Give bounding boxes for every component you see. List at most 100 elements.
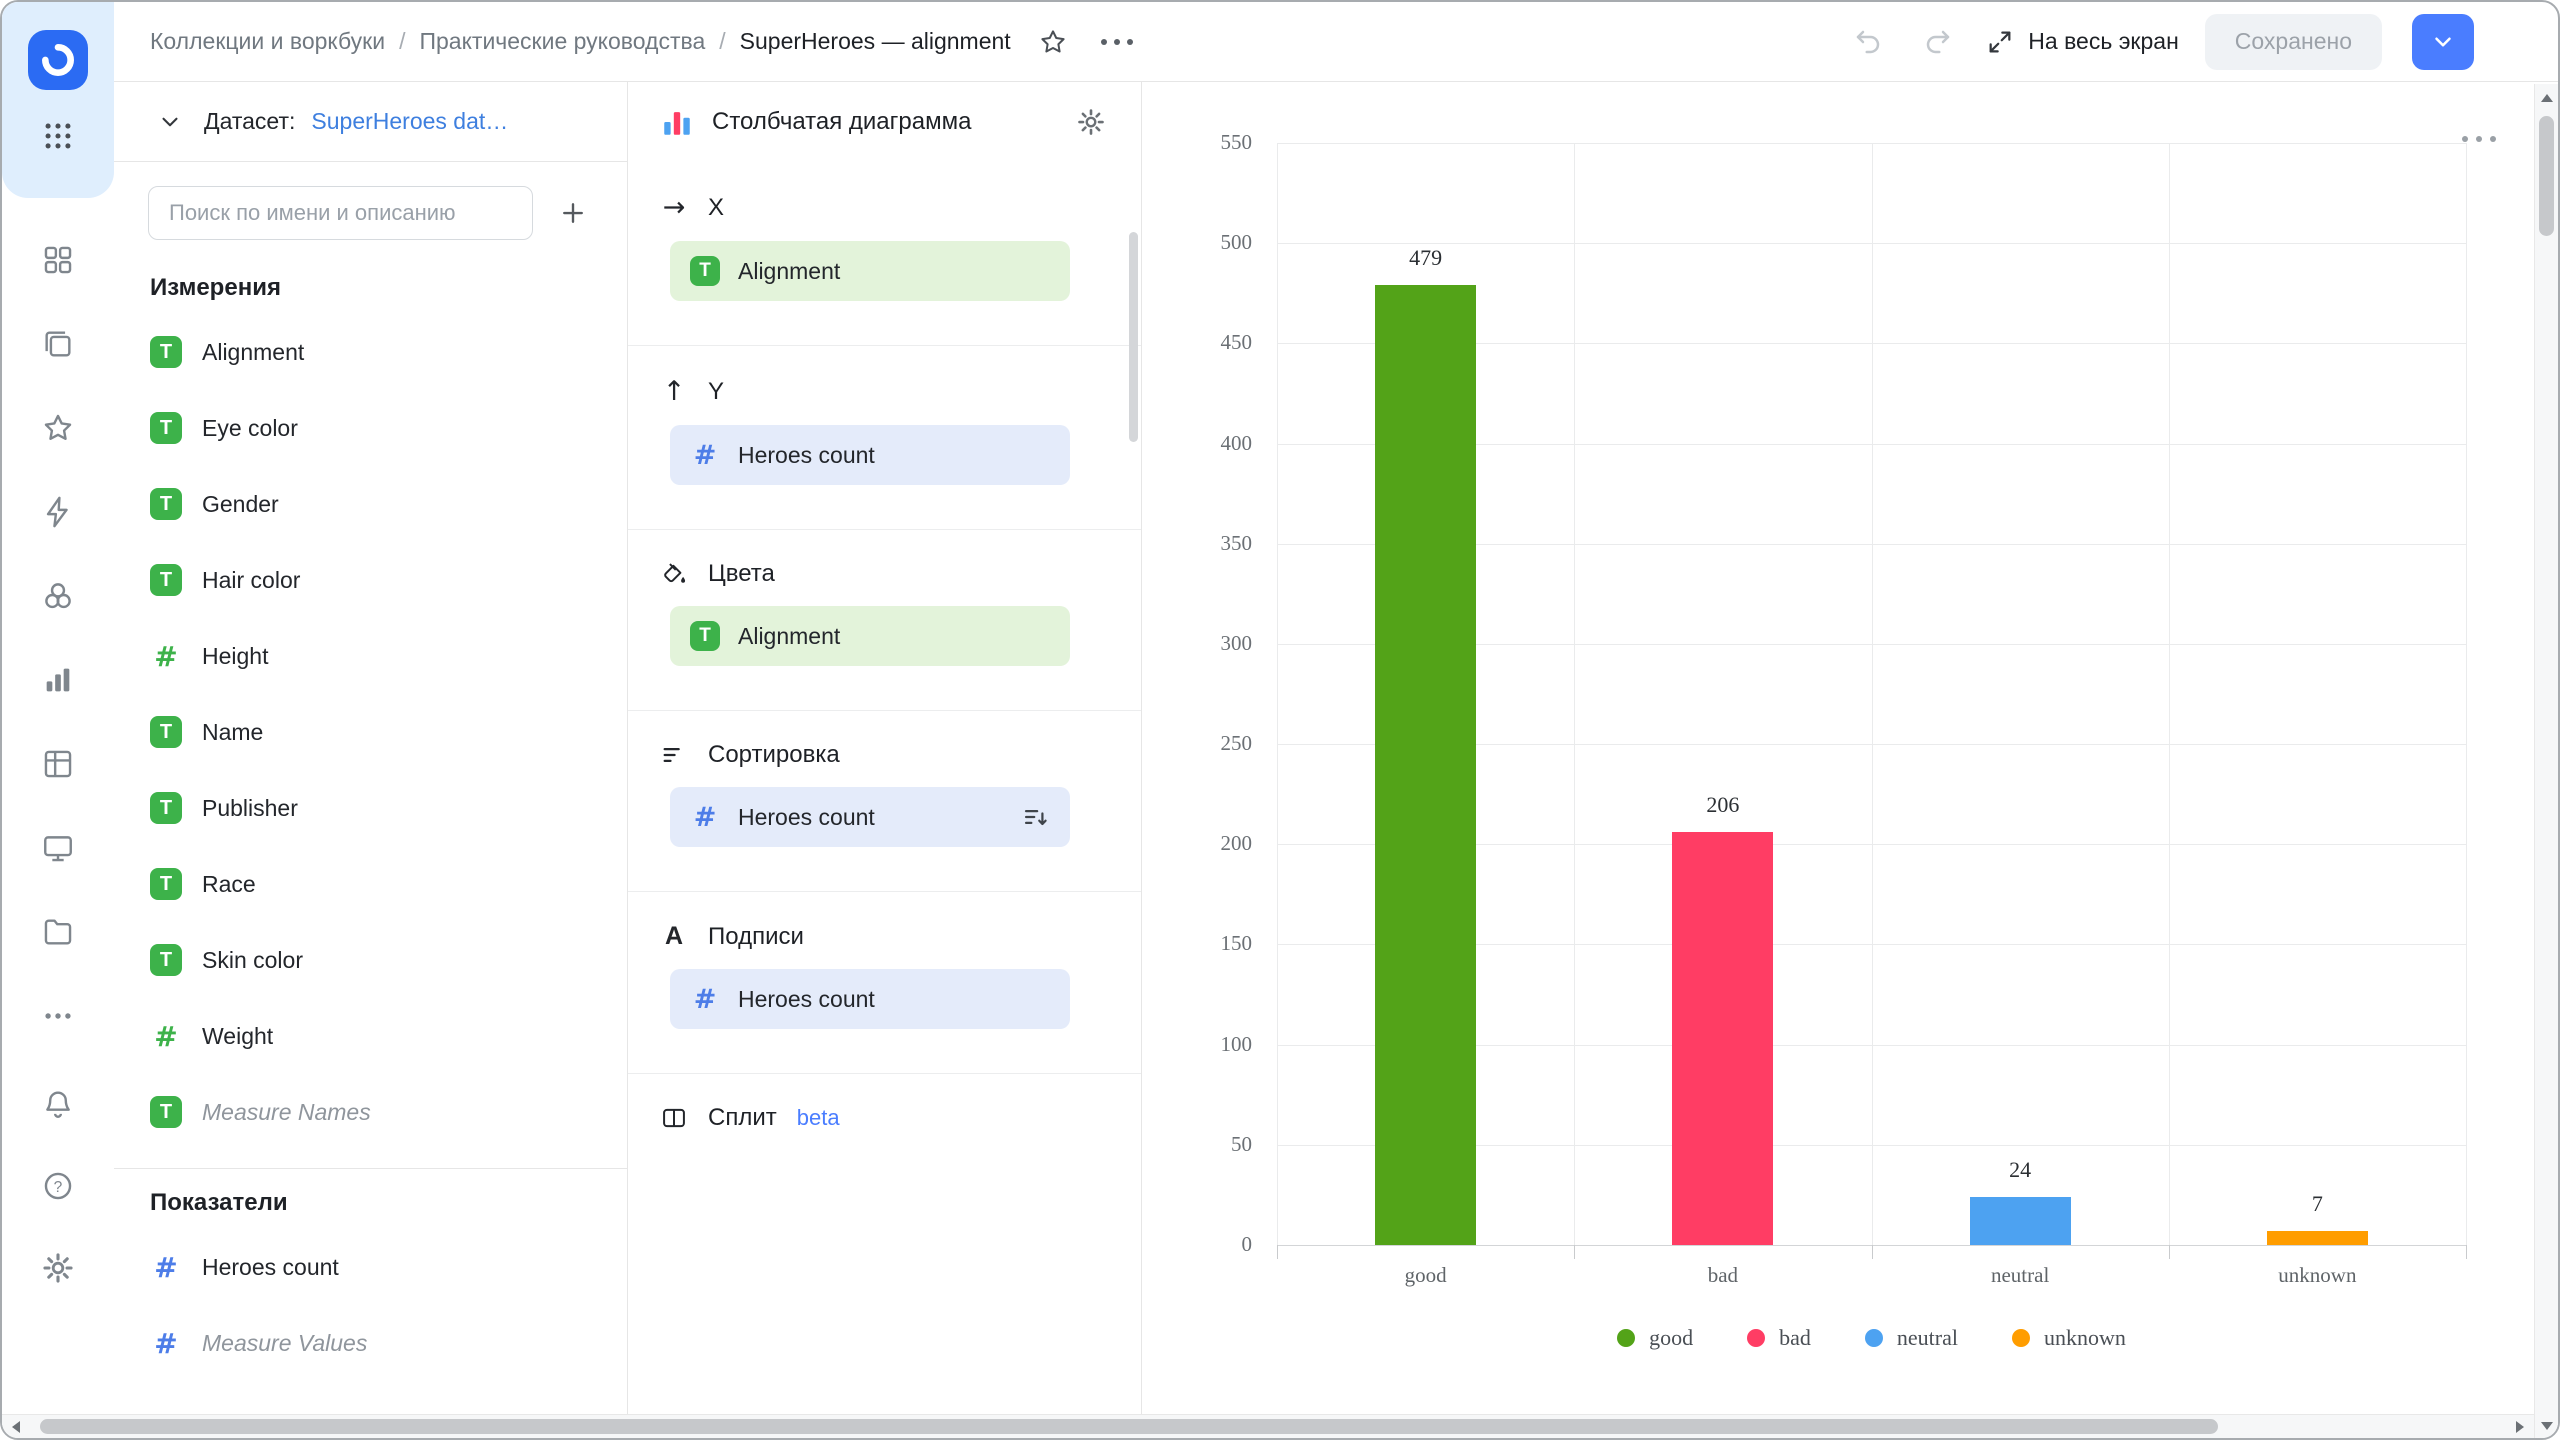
- notifications-bell-icon[interactable]: [38, 1084, 78, 1124]
- datasets-table-icon[interactable]: [38, 744, 78, 784]
- field-name: Publisher: [202, 795, 298, 822]
- labels-field-name: Heroes count: [738, 986, 875, 1013]
- services-circles-icon[interactable]: [38, 576, 78, 616]
- legend-item[interactable]: good: [1617, 1325, 1693, 1351]
- save-status-button[interactable]: Сохранено: [2205, 14, 2382, 70]
- field-row[interactable]: TName: [150, 694, 597, 770]
- bar-neutral[interactable]: [1970, 1197, 2071, 1245]
- y-axis-label: 200: [1170, 831, 1252, 856]
- colors-field-chip[interactable]: T Alignment: [670, 606, 1070, 666]
- chart-settings-gear-icon[interactable]: [1069, 100, 1113, 144]
- undo-icon[interactable]: [1846, 20, 1890, 64]
- settings-gear-icon[interactable]: [38, 1248, 78, 1288]
- favorites-star-icon[interactable]: [38, 408, 78, 448]
- fullscreen-label: На весь экран: [2028, 28, 2179, 55]
- bar-good[interactable]: [1375, 285, 1476, 1245]
- vertical-scrollbar-thumb[interactable]: [2539, 116, 2554, 236]
- scroll-left-arrow-icon[interactable]: [12, 1421, 20, 1433]
- field-row[interactable]: T Publisher: [150, 770, 597, 846]
- breadcrumb: Коллекции и воркбуки / Практические руко…: [150, 28, 1011, 55]
- field-row[interactable]: TRace: [150, 846, 597, 922]
- y-axis-label: 400: [1170, 431, 1252, 456]
- y-axis-label: 250: [1170, 731, 1252, 756]
- measures-title: Показатели: [150, 1189, 597, 1217]
- gridline: [1574, 143, 1575, 1245]
- field-row[interactable]: TEye color: [150, 390, 597, 466]
- legend-dot-icon: [2012, 1329, 2030, 1347]
- breadcrumb-collections[interactable]: Коллекции и воркбуки: [150, 28, 385, 55]
- horizontal-scrollbar[interactable]: [2, 1414, 2534, 1438]
- field-name: Weight: [202, 1023, 273, 1050]
- x-axis-label: bad: [1574, 1263, 1871, 1288]
- section-x-header: → X: [628, 184, 1141, 239]
- column-chart-icon[interactable]: [660, 105, 694, 139]
- text-field-icon: T: [150, 336, 182, 368]
- legend-label: neutral: [1897, 1325, 1958, 1351]
- legend-dot-icon: [1747, 1329, 1765, 1347]
- quick-actions-icon[interactable]: [38, 492, 78, 532]
- chart-more-icon[interactable]: [2462, 136, 2496, 142]
- fullscreen-button[interactable]: На весь экран: [1986, 28, 2179, 56]
- y-field-chip[interactable]: # Heroes count: [670, 425, 1070, 485]
- text-field-icon: T: [150, 792, 182, 824]
- files-folder-icon[interactable]: [38, 912, 78, 952]
- dataset-collapse-chevron-icon[interactable]: [152, 104, 188, 140]
- x-axis-label: good: [1277, 1263, 1574, 1288]
- field-search-input[interactable]: [148, 186, 533, 240]
- field-row[interactable]: #Height: [150, 618, 597, 694]
- field-row[interactable]: THair color: [150, 542, 597, 618]
- chart-legend: good bad neutral unknown: [1277, 1325, 2466, 1351]
- favorite-star-icon[interactable]: [1031, 20, 1075, 64]
- collections-icon[interactable]: [38, 324, 78, 364]
- add-field-button[interactable]: [549, 189, 597, 237]
- labels-field-chip[interactable]: # Heroes count: [670, 969, 1070, 1029]
- breadcrumb-separator: /: [399, 28, 405, 55]
- field-row[interactable]: TGender: [150, 466, 597, 542]
- apps-grid-icon[interactable]: [38, 116, 78, 156]
- save-dropdown-button[interactable]: [2412, 14, 2474, 70]
- number-field-icon: #: [150, 1327, 182, 1360]
- scroll-down-arrow-icon[interactable]: [2541, 1422, 2553, 1430]
- config-scrollbar-thumb[interactable]: [1129, 232, 1138, 442]
- redo-icon[interactable]: [1916, 20, 1960, 64]
- section-split-label: Сплит: [708, 1104, 777, 1132]
- y-axis-label: 550: [1170, 130, 1252, 155]
- x-axis-label: neutral: [1872, 1263, 2169, 1288]
- section-x-label: X: [708, 194, 724, 222]
- sort-field-name: Heroes count: [738, 804, 875, 831]
- field-row[interactable]: #Weight: [150, 998, 597, 1074]
- sort-direction-icon[interactable]: [1022, 803, 1050, 831]
- horizontal-scrollbar-thumb[interactable]: [40, 1419, 2218, 1434]
- chart-type-label[interactable]: Столбчатая диаграмма: [712, 108, 971, 136]
- field-row[interactable]: TMeasure Names: [150, 1074, 597, 1150]
- sort-field-chip[interactable]: # Heroes count: [670, 787, 1070, 847]
- y-axis-label: 500: [1170, 230, 1252, 255]
- help-icon[interactable]: ?: [38, 1166, 78, 1206]
- datalens-logo[interactable]: [28, 30, 88, 90]
- scroll-right-arrow-icon[interactable]: [2516, 1421, 2524, 1433]
- widgets-icon[interactable]: [38, 240, 78, 280]
- scroll-up-arrow-icon[interactable]: [2541, 94, 2553, 102]
- field-row[interactable]: TSkin color: [150, 922, 597, 998]
- charts-icon[interactable]: [38, 660, 78, 700]
- text-field-icon: T: [150, 412, 182, 444]
- page-title: SuperHeroes — alignment: [740, 28, 1011, 55]
- dataset-label: Датасет:: [204, 108, 295, 135]
- more-icon[interactable]: [38, 996, 78, 1036]
- dataset-name-link[interactable]: SuperHeroes dat…: [311, 108, 508, 135]
- bar-unknown[interactable]: [2267, 1231, 2368, 1245]
- section-labels: A Подписи # Heroes count: [628, 892, 1141, 1074]
- legend-item[interactable]: bad: [1747, 1325, 1811, 1351]
- x-field-chip[interactable]: T Alignment: [670, 241, 1070, 301]
- field-row[interactable]: #Measure Values: [150, 1305, 597, 1381]
- legend-item[interactable]: unknown: [2012, 1325, 2126, 1351]
- vertical-scrollbar[interactable]: [2534, 84, 2558, 1438]
- field-row[interactable]: #Heroes count: [150, 1229, 597, 1305]
- breadcrumb-guides[interactable]: Практические руководства: [419, 28, 705, 55]
- field-row[interactable]: TAlignment: [150, 314, 597, 390]
- dashboards-monitor-icon[interactable]: [38, 828, 78, 868]
- legend-item[interactable]: neutral: [1865, 1325, 1958, 1351]
- bar-bad[interactable]: [1672, 832, 1773, 1245]
- title-more-icon[interactable]: [1095, 20, 1139, 64]
- field-name: Gender: [202, 491, 279, 518]
